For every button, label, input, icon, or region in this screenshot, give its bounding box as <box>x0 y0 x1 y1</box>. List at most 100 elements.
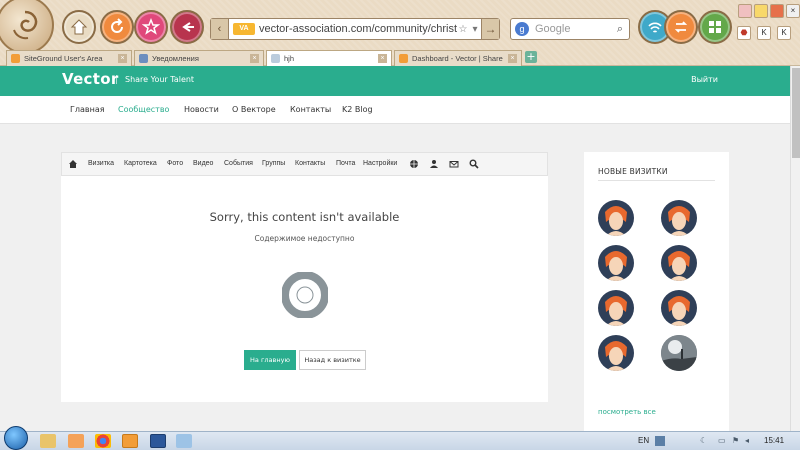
language-indicator[interactable]: EN <box>638 436 649 445</box>
nav-left-icon[interactable]: ‹ <box>211 19 229 39</box>
network-icon[interactable] <box>655 436 665 446</box>
grid-icon <box>709 21 721 33</box>
nav-about[interactable]: О Векторе <box>232 105 276 114</box>
tab[interactable]: Dashboard - Vector | Share Yo × <box>394 50 522 66</box>
search-icon[interactable]: ⌕ <box>611 19 629 39</box>
pdf-ext-icon[interactable]: ⬣ <box>737 26 751 40</box>
site-logo[interactable]: Vector <box>62 70 119 88</box>
window-icon[interactable] <box>770 4 784 18</box>
content-card: Визитка Картотека Фото Видео События Гру… <box>61 152 548 402</box>
search-icon[interactable] <box>469 159 479 169</box>
profile-nav-groups[interactable]: Группы <box>262 160 285 167</box>
profile-nav-settings[interactable]: Настройки <box>363 160 397 167</box>
flag-icon[interactable]: ⚑ <box>732 436 739 445</box>
monitor-icon[interactable]: ▭ <box>718 436 726 445</box>
mail-icon[interactable] <box>449 159 459 169</box>
word-icon[interactable] <box>150 434 166 448</box>
back-to-card-button[interactable]: Назад к визитке <box>299 350 366 370</box>
window-icon[interactable] <box>738 4 752 18</box>
tab[interactable]: Уведомления × <box>134 50 264 66</box>
error-subtitle: Содержимое недоступно <box>254 234 355 243</box>
tab[interactable]: SiteGround User's Area × <box>6 50 132 66</box>
go-home-button[interactable]: На главную <box>244 350 296 370</box>
profile-nav-mail[interactable]: Почта <box>336 160 355 167</box>
home-icon[interactable] <box>68 159 78 169</box>
main-nav: Главная Сообщество Новости О Векторе Кон… <box>0 96 790 124</box>
nav-contacts[interactable]: Контакты <box>290 105 331 114</box>
nav-home[interactable]: Главная <box>70 105 105 114</box>
dropdown-icon[interactable]: ▾ <box>469 24 481 35</box>
tab-active[interactable]: hjh × <box>266 50 392 66</box>
favicon-icon <box>11 54 20 63</box>
lifebuoy-icon <box>282 272 328 318</box>
chrome-icon[interactable] <box>95 434 111 448</box>
window-icon[interactable] <box>754 4 768 18</box>
new-tab-button[interactable]: + <box>525 51 537 63</box>
photo-avatar[interactable] <box>661 335 697 371</box>
reload-button[interactable] <box>100 10 134 44</box>
address-bar[interactable]: ‹ VA vector-association.com/community/ch… <box>210 18 500 40</box>
profile-nav-files[interactable]: Картотека <box>124 160 157 167</box>
avatar[interactable] <box>598 245 634 281</box>
search-input[interactable]: Google <box>535 23 570 35</box>
close-tab-icon[interactable]: × <box>250 54 259 63</box>
nav-news[interactable]: Новости <box>184 105 219 114</box>
extension-k-icon[interactable]: K <box>777 26 791 40</box>
home-button[interactable] <box>62 10 96 44</box>
see-all-link[interactable]: посмотреть все <box>598 408 656 416</box>
page-scrollbar[interactable] <box>790 66 800 431</box>
browser-icon[interactable] <box>122 434 138 448</box>
close-tab-icon[interactable]: × <box>378 54 387 63</box>
nav-community[interactable]: Сообщество <box>118 105 169 114</box>
tab-strip: SiteGround User's Area × Уведомления × h… <box>0 50 800 66</box>
profile-nav-video[interactable]: Видео <box>193 160 213 167</box>
avatar[interactable] <box>661 200 697 236</box>
profile-nav-contacts[interactable]: Контакты <box>295 160 325 167</box>
browser-toolbar: ‹ VA vector-association.com/community/ch… <box>0 0 800 66</box>
close-tab-icon[interactable]: × <box>118 54 127 63</box>
profile-nav-events[interactable]: События <box>224 160 253 167</box>
tab-label: hjh <box>284 54 295 63</box>
profile-nav-card[interactable]: Визитка <box>88 160 114 167</box>
users-icon[interactable] <box>429 159 439 169</box>
globe-icon[interactable] <box>409 159 419 169</box>
go-button[interactable]: → <box>481 19 499 39</box>
wifi-icon <box>648 22 662 33</box>
explorer-icon[interactable] <box>40 434 56 448</box>
bookmark-star-icon[interactable]: ☆ <box>457 24 469 35</box>
profile-nav-photo[interactable]: Фото <box>167 160 183 167</box>
close-tab-icon[interactable]: × <box>508 54 517 63</box>
site-tagline: Share Your Talent <box>116 75 194 84</box>
app-icon[interactable] <box>176 434 192 448</box>
back-arrow-icon <box>182 22 194 32</box>
search-engine-icon: g <box>515 22 529 36</box>
sync-button[interactable] <box>664 10 698 44</box>
avatar[interactable] <box>598 200 634 236</box>
sync-icon <box>674 21 688 33</box>
bookmarks-button[interactable] <box>134 10 168 44</box>
start-button[interactable] <box>4 426 28 450</box>
taskbar: EN ☾ ▭ ⚑ ◂ 15:41 <box>0 426 800 450</box>
apps-button[interactable] <box>698 10 732 44</box>
search-box[interactable]: g Google ⌕ <box>510 18 630 40</box>
avatar[interactable] <box>598 335 634 371</box>
volume-icon[interactable]: ◂ <box>745 436 749 445</box>
close-window-icon[interactable]: × <box>786 4 800 18</box>
clock[interactable]: 15:41 <box>764 436 784 445</box>
site-header: Vector Share Your Talent Выйти <box>0 66 790 96</box>
user-avatar-icon <box>605 341 627 371</box>
url-text[interactable]: vector-association.com/community/christy… <box>259 23 457 35</box>
logout-link[interactable]: Выйти <box>691 75 718 84</box>
avatar[interactable] <box>661 290 697 326</box>
back-button[interactable] <box>170 10 204 44</box>
avatar[interactable] <box>598 290 634 326</box>
user-avatar-icon <box>668 296 690 326</box>
nav-blog[interactable]: K2 Blog <box>342 105 373 114</box>
profile-nav: Визитка Картотека Фото Видео События Гру… <box>61 152 548 176</box>
moon-icon[interactable]: ☾ <box>700 436 707 445</box>
scrollbar-thumb[interactable] <box>792 68 800 158</box>
avatar[interactable] <box>661 245 697 281</box>
extension-k-icon[interactable]: K <box>757 26 771 40</box>
browser-menu-orb[interactable] <box>0 0 54 54</box>
media-player-icon[interactable] <box>68 434 84 448</box>
